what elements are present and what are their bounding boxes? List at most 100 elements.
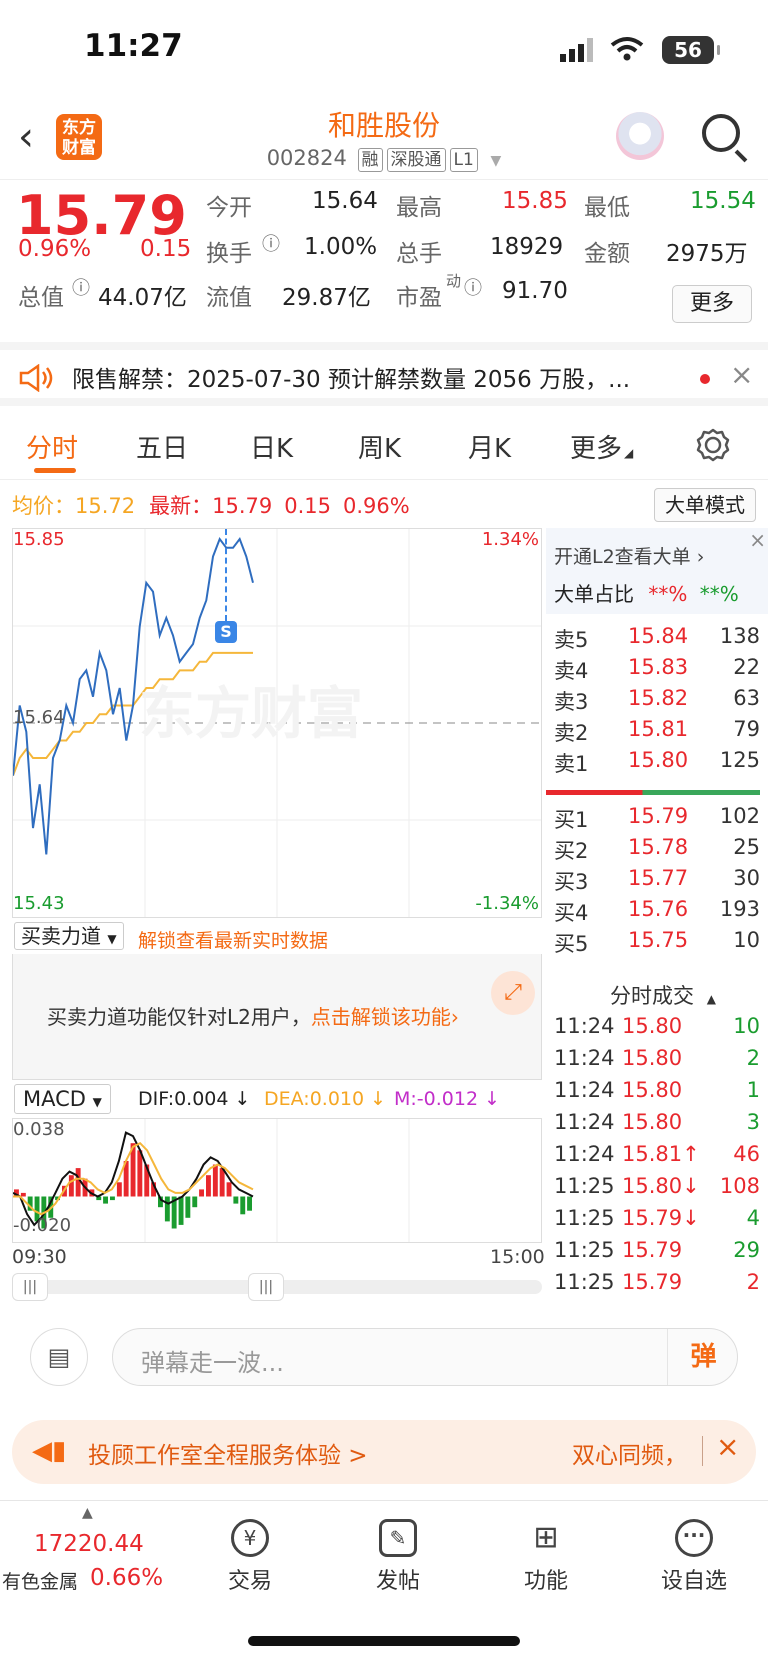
trade-row: 11:24 15.80 2	[546, 1046, 760, 1078]
nav-post-label: 发帖	[375, 1569, 420, 1594]
dropdown-caret-icon[interactable]: ▼	[491, 153, 502, 169]
macd-bar	[247, 1196, 252, 1211]
price-min-label: 15.43	[13, 893, 65, 914]
divider	[702, 1436, 703, 1466]
more-button[interactable]: 更多	[672, 285, 752, 323]
buy-row[interactable]: 买1 15.79 102	[546, 804, 760, 834]
nav-functions[interactable]: ⊞ 功能	[496, 1519, 596, 1595]
index-value[interactable]: 17220.44	[34, 1531, 144, 1557]
more-icon: ···	[675, 1519, 713, 1557]
settings-gear-icon[interactable]	[696, 428, 730, 462]
volume-value: 18929	[490, 234, 564, 260]
latest-value: 15.79	[212, 494, 273, 518]
tab-more[interactable]: 更多 ◢	[570, 428, 633, 465]
macd-bar	[185, 1196, 191, 1218]
search-icon[interactable]	[702, 114, 740, 152]
trade-row: 11:24 15.80 10	[546, 1014, 760, 1046]
buy-row[interactable]: 买4 15.76 193	[546, 897, 760, 927]
buy-level: 买2	[554, 839, 589, 863]
index-pct[interactable]: 0.66%	[90, 1565, 163, 1591]
trade-time: 11:25	[554, 1206, 615, 1230]
macd-bar	[116, 1182, 122, 1197]
info-icon[interactable]: ⓘ	[262, 230, 280, 256]
prev-close-label: 15.64	[13, 707, 65, 728]
amount-value: 2975万	[666, 241, 748, 267]
macd-bar	[192, 1196, 198, 1208]
unlock-link[interactable]: 解锁查看最新实时数据	[138, 926, 328, 953]
sell-price: 15.81	[628, 717, 689, 741]
indicator-select[interactable]: 买卖力道 ▼	[14, 922, 124, 950]
trade-price: 15.80	[622, 1046, 683, 1070]
pct-max-label: 1.34%	[481, 529, 539, 550]
wifi-icon	[610, 37, 644, 61]
close-icon[interactable]: ×	[730, 358, 753, 391]
sell-row[interactable]: 卖1 15.80 125	[546, 748, 760, 778]
price-chart-svg	[13, 529, 541, 917]
macd-bar	[110, 1196, 115, 1201]
assistant-avatar-icon[interactable]	[616, 112, 664, 160]
tab-indicator	[34, 468, 76, 473]
trade-row: 11:25 15.79↓ 4	[546, 1206, 760, 1238]
buy-row[interactable]: 买2 15.78 25	[546, 835, 760, 865]
high-label: 最高	[396, 195, 442, 221]
intraday-chart[interactable]: 东方财富 15.85 15.43 15.64 1.34% -1.34% S	[12, 528, 542, 918]
nav-post[interactable]: ✎ 发帖	[348, 1519, 448, 1595]
range-handle-right[interactable]: |||	[248, 1273, 284, 1301]
notice-text[interactable]: 限售解禁：2025-07-30 预计解禁数量 2056 万股，...	[72, 360, 630, 394]
macd-select[interactable]: MACD ▼	[14, 1084, 111, 1114]
nav-add-watchlist[interactable]: ··· 设自选	[644, 1519, 744, 1595]
trade-price: 15.79	[622, 1238, 683, 1262]
danmu-input[interactable]: 弹幕走一波... 弹	[112, 1328, 738, 1386]
promo-right-text[interactable]: 双心同频，	[572, 1436, 687, 1470]
range-handle-left[interactable]: |||	[12, 1273, 48, 1301]
close-icon[interactable]: ×	[716, 1430, 739, 1463]
danmu-send-button[interactable]: 弹	[667, 1329, 739, 1385]
macd-bar	[233, 1196, 239, 1204]
macd-bar: MACD ▼ DIF:0.004 ↓ DEA:0.010 ↓ M:-0.012 …	[12, 1082, 542, 1118]
trade-volume: 46	[733, 1142, 760, 1166]
sell-row[interactable]: 卖4 15.83 22	[546, 655, 760, 685]
sell-row[interactable]: 卖3 15.82 63	[546, 686, 760, 716]
nav-trade[interactable]: ¥ 交易	[200, 1519, 300, 1595]
info-icon[interactable]: ⓘ	[72, 274, 90, 300]
info-icon[interactable]: ⓘ	[464, 274, 482, 300]
marker-stem	[225, 529, 227, 621]
l2-promo[interactable]: 开通L2查看大单 › × 大单占比 **% **%	[546, 528, 768, 614]
promo-banner[interactable]: ◀▮ 投顾工作室全程服务体验 > 双心同频， ×	[12, 1420, 756, 1484]
trades-header[interactable]: 分时成交 ▲	[610, 980, 716, 1010]
buy-price: 15.79	[628, 804, 689, 828]
latest-pct: 0.96%	[343, 494, 410, 518]
signal-marker[interactable]: S	[215, 621, 237, 643]
buy-row[interactable]: 买3 15.77 30	[546, 866, 760, 896]
close-icon[interactable]: ×	[749, 528, 766, 552]
l2-unlock-link[interactable]: 点击解锁该功能	[311, 1005, 451, 1029]
l2-header[interactable]: 开通L2查看大单 ›	[554, 542, 704, 569]
tab-weekly[interactable]: 周K	[358, 428, 401, 465]
index-name[interactable]: 有色金属	[2, 1567, 78, 1594]
comment-list-icon[interactable]: ▤	[30, 1328, 88, 1386]
tab-intraday[interactable]: 分时	[26, 428, 78, 465]
sell-row[interactable]: 卖5 15.84 138	[546, 624, 760, 654]
range-slider-track[interactable]: ||| |||	[12, 1273, 542, 1301]
big-order-mode-button[interactable]: 大单模式	[654, 488, 756, 522]
macd-chart[interactable]: 0.038 -0.020	[12, 1118, 542, 1243]
trade-time: 11:25	[554, 1238, 615, 1262]
signal-icon	[560, 38, 593, 62]
macd-bar	[137, 1150, 143, 1197]
tab-five-day[interactable]: 五日	[136, 428, 188, 465]
buy-level: 买4	[554, 901, 589, 925]
notice-bar[interactable]: 限售解禁：2025-07-30 预计解禁数量 2056 万股，... ×	[0, 342, 768, 406]
trade-row: 11:24 15.81↑ 46	[546, 1142, 760, 1174]
expand-icon[interactable]: ⤢	[491, 971, 535, 1015]
tab-daily[interactable]: 日K	[250, 428, 293, 465]
tag-margin: 融	[357, 148, 383, 172]
sell-row[interactable]: 卖2 15.81 79	[546, 717, 760, 747]
trade-time: 11:25	[554, 1174, 615, 1198]
pct-min-label: -1.34%	[475, 893, 539, 914]
sell-level: 卖3	[554, 690, 589, 714]
collapse-caret-icon[interactable]: ▲	[82, 1505, 93, 1521]
macd-chart-svg	[13, 1119, 410, 1242]
tab-monthly[interactable]: 月K	[468, 428, 511, 465]
buy-row[interactable]: 买5 15.75 10	[546, 928, 760, 958]
promo-left-text[interactable]: 投顾工作室全程服务体验 >	[88, 1436, 368, 1470]
